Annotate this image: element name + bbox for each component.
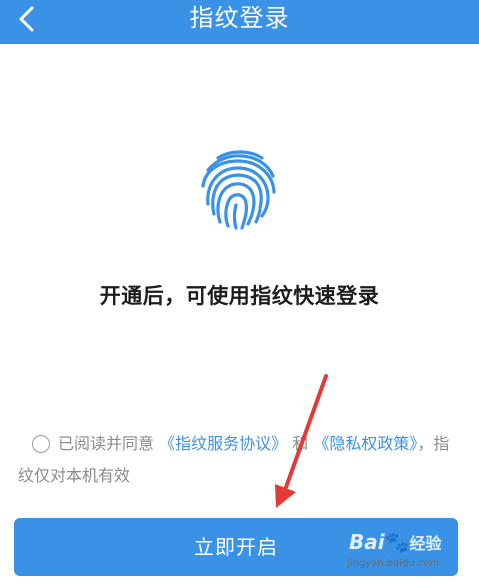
baidu-watermark: Bai🐾经验 jingyan.baidu.com xyxy=(345,526,475,578)
agree-and: 和 xyxy=(292,434,309,453)
agreement-block: 已阅读并同意 《指纹服务协议》 和 《隐私权政策》，指纹仅对本机有效 xyxy=(18,428,458,492)
page-title: 指纹登录 xyxy=(189,4,290,32)
watermark-brand: Bai xyxy=(349,530,385,554)
tagline-text: 开通后，可使用指纹快速登录 xyxy=(99,284,380,308)
privacy-policy-link[interactable]: 《隐私权政策》 xyxy=(313,434,417,453)
service-agreement-link[interactable]: 《指纹服务协议》 xyxy=(159,434,287,453)
watermark-logo: Bai🐾经验 xyxy=(349,530,442,554)
fingerprint-login-screen: 指纹登录 开通后，可使用指纹快速登录 已阅读并同意 《指纹服务协议》 和 《隐私… xyxy=(0,0,479,583)
agree-prefix: 已阅读并同意 xyxy=(58,434,155,453)
watermark-brand-suffix: 经验 xyxy=(409,534,442,553)
header-bar: 指纹登录 xyxy=(0,0,479,44)
fingerprint-icon xyxy=(201,150,276,230)
agree-radio[interactable] xyxy=(32,435,50,453)
paw-icon: 🐾 xyxy=(384,530,410,554)
watermark-url: jingyan.baidu.com xyxy=(347,558,440,569)
